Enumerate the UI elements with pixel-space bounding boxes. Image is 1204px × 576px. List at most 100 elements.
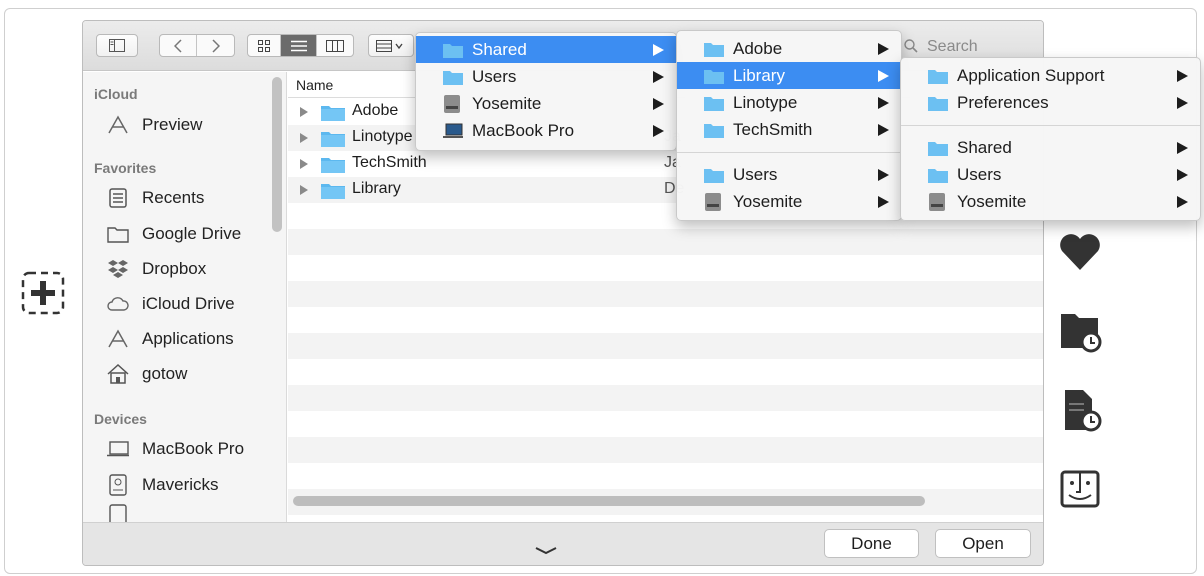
dropbox-icon bbox=[107, 258, 129, 280]
empty-row bbox=[288, 385, 1043, 411]
menu-item-label: MacBook Pro bbox=[472, 120, 575, 140]
menu-item-techsmith[interactable]: TechSmith bbox=[677, 116, 901, 143]
disk-icon bbox=[107, 474, 129, 496]
submenu-arrow-icon bbox=[878, 196, 889, 208]
sidebar-item-label: Preview bbox=[142, 115, 203, 134]
folder-icon bbox=[704, 41, 724, 57]
menu-item-shared[interactable]: Shared bbox=[416, 36, 676, 63]
path-menu-level3: Application Support Preferences Shared U… bbox=[900, 57, 1201, 221]
dialog-footer: Done Open bbox=[83, 522, 1043, 565]
folder-icon bbox=[107, 223, 129, 245]
menu-item-library[interactable]: Library bbox=[677, 62, 901, 89]
empty-row bbox=[288, 229, 1043, 255]
sidebar-item-preview[interactable]: Preview bbox=[107, 112, 202, 138]
column-view-button[interactable] bbox=[317, 35, 353, 56]
menu-item-label: Linotype bbox=[733, 92, 798, 112]
sidebar-toggle-button[interactable] bbox=[96, 34, 138, 57]
sidebar-item-label: Recents bbox=[142, 188, 205, 207]
menu-item-label: Shared bbox=[472, 39, 527, 59]
add-icon[interactable] bbox=[21, 271, 65, 315]
menu-item-adobe[interactable]: Adobe bbox=[677, 35, 901, 62]
menu-item-users[interactable]: Users bbox=[677, 161, 901, 188]
disclosure-triangle-icon[interactable] bbox=[300, 185, 308, 195]
sidebar-item-label: iCloud Drive bbox=[142, 294, 235, 313]
finder-icon[interactable] bbox=[1058, 470, 1102, 510]
disclosure-triangle-icon[interactable] bbox=[300, 159, 308, 169]
menu-item-yosemite[interactable]: Yosemite bbox=[901, 188, 1200, 215]
empty-row bbox=[288, 333, 1043, 359]
disclosure-triangle-icon[interactable] bbox=[300, 133, 308, 143]
sidebar-item-icloud-drive[interactable]: iCloud Drive bbox=[107, 291, 235, 317]
preview-app-icon bbox=[107, 114, 129, 136]
home-icon bbox=[107, 363, 129, 385]
empty-row bbox=[288, 463, 1043, 489]
sidebar-item-mavericks[interactable]: Mavericks bbox=[107, 472, 219, 498]
sidebar-scrollbar[interactable] bbox=[272, 77, 282, 232]
icon-view-button[interactable] bbox=[248, 35, 282, 56]
folder-icon bbox=[928, 95, 948, 111]
submenu-arrow-icon bbox=[1177, 142, 1188, 154]
path-menu-level2: Adobe Library Linotype TechSmith Users Y… bbox=[676, 30, 902, 221]
sidebar-item-dropbox[interactable]: Dropbox bbox=[107, 256, 206, 282]
empty-row bbox=[288, 307, 1043, 333]
sidebar-item-google-drive[interactable]: Google Drive bbox=[107, 221, 241, 247]
recent-folder-icon[interactable] bbox=[1058, 310, 1104, 358]
heart-icon[interactable] bbox=[1058, 232, 1102, 272]
menu-item-label: Library bbox=[733, 65, 785, 85]
sidebar-item-gotow[interactable]: gotow bbox=[107, 361, 187, 387]
back-button[interactable] bbox=[160, 35, 198, 56]
menu-item-label: Users bbox=[957, 164, 1002, 184]
sidebar-item-label: Mavericks bbox=[142, 475, 219, 494]
recents-icon bbox=[107, 187, 129, 209]
menu-item-preferences[interactable]: Preferences bbox=[901, 89, 1200, 116]
done-button[interactable]: Done bbox=[824, 529, 919, 558]
sidebar-item-recents[interactable]: Recents bbox=[107, 185, 204, 211]
laptop-icon bbox=[443, 123, 463, 139]
list-view-button[interactable] bbox=[281, 35, 317, 56]
menu-item-yosemite[interactable]: Yosemite bbox=[677, 188, 901, 215]
search-input[interactable]: Search bbox=[927, 38, 978, 56]
menu-separator bbox=[901, 125, 1200, 126]
recent-document-icon[interactable] bbox=[1058, 388, 1104, 436]
file-name: TechSmith bbox=[352, 154, 427, 171]
sidebar-item-applications[interactable]: Applications bbox=[107, 326, 234, 352]
submenu-arrow-icon bbox=[653, 125, 664, 137]
menu-item-application-support[interactable]: Application Support bbox=[901, 62, 1200, 89]
menu-item-users[interactable]: Users bbox=[901, 161, 1200, 188]
menu-item-linotype[interactable]: Linotype bbox=[677, 89, 901, 116]
menu-item-yosemite[interactable]: Yosemite bbox=[416, 90, 676, 117]
submenu-arrow-icon bbox=[878, 169, 889, 181]
folder-icon bbox=[704, 167, 724, 183]
cloud-icon bbox=[107, 293, 129, 315]
menu-item-shared[interactable]: Shared bbox=[901, 134, 1200, 161]
sidebar-item-macbook-pro[interactable]: MacBook Pro bbox=[107, 436, 244, 462]
disk-icon bbox=[107, 504, 129, 522]
folder-icon bbox=[321, 158, 345, 173]
folder-icon bbox=[704, 95, 724, 111]
search-icon bbox=[904, 39, 918, 53]
empty-row bbox=[288, 281, 1043, 307]
submenu-arrow-icon bbox=[1177, 169, 1188, 181]
forward-button[interactable] bbox=[197, 35, 234, 56]
horizontal-scrollbar[interactable] bbox=[293, 496, 925, 506]
menu-item-users[interactable]: Users bbox=[416, 63, 676, 90]
laptop-icon bbox=[107, 438, 129, 460]
forward-icon bbox=[211, 38, 220, 53]
sidebar-section-favorites: Favorites bbox=[94, 160, 157, 176]
sidebar-item-partial[interactable] bbox=[107, 502, 142, 522]
submenu-arrow-icon bbox=[1177, 97, 1188, 109]
menu-item-macbook-pro[interactable]: MacBook Pro bbox=[416, 117, 676, 144]
disk-icon bbox=[443, 94, 463, 114]
menu-item-label: TechSmith bbox=[733, 119, 813, 139]
open-button[interactable]: Open bbox=[935, 529, 1031, 558]
file-name: Library bbox=[352, 180, 401, 197]
folder-icon bbox=[443, 42, 463, 58]
group-icon bbox=[376, 39, 403, 52]
sidebar-item-label: Google Drive bbox=[142, 224, 242, 243]
disclosure-triangle-icon[interactable] bbox=[300, 107, 308, 117]
group-by-button[interactable] bbox=[368, 34, 414, 57]
chevron-down-icon[interactable] bbox=[535, 547, 557, 555]
sidebar-item-label: gotow bbox=[142, 364, 188, 383]
submenu-arrow-icon bbox=[1177, 70, 1188, 82]
list-icon bbox=[290, 40, 307, 51]
